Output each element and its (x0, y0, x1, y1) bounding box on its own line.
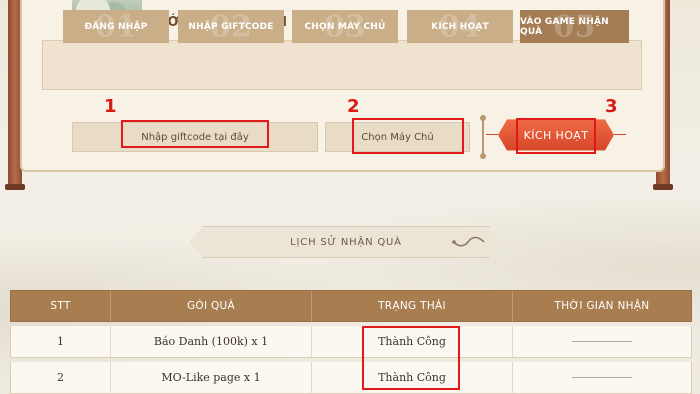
step-login: 01 ĐĂNG NHẬP (63, 10, 169, 43)
col-time: THỜI GIAN NHẬN (554, 300, 650, 312)
history-table: STT GÓI QUÀ TRẠNG THÁI THỜI GIAN NHẬN 1 … (10, 290, 692, 394)
step-enter-giftcode: 02 NHẬP GIFTCODE (178, 10, 284, 43)
cell-package: MO-Like page x 1 (111, 362, 312, 393)
step-label: KÍCH HOẠT (431, 21, 489, 32)
col-status: TRẠNG THÁI (312, 291, 513, 321)
cell-status: Thành Công (312, 326, 513, 357)
activate-line-left (486, 134, 500, 135)
giftcode-placeholder: Nhập giftcode tại đây (141, 131, 249, 143)
table-row: 2 MO-Like page x 1 Thành Công (10, 362, 692, 394)
cell-time (513, 362, 691, 393)
table-row: 1 Báo Danh (100k) x 1 Thành Công (10, 326, 692, 358)
activate-button[interactable]: KÍCH HOẠT (498, 119, 614, 151)
cell-stt: 2 (11, 362, 111, 393)
steps-bar (42, 40, 642, 90)
col-stt: STT (11, 291, 111, 321)
step-label: VÀO GAME NHẬN QUÀ (520, 16, 609, 37)
empty-time-dash (572, 341, 632, 342)
history-title: LỊCH SỬ NHẬN QUÀ (290, 236, 402, 248)
col-package: GÓI QUÀ (111, 291, 312, 321)
step-enter-game: 05 VÀO GAME NHẬN QUÀ (520, 10, 629, 43)
cell-time (513, 326, 691, 357)
giftcode-input[interactable]: Nhập giftcode tại đây (72, 122, 318, 152)
marker-2: 2 (347, 96, 360, 117)
cell-stt: 1 (11, 326, 111, 357)
step-label: ĐĂNG NHẬP (84, 21, 148, 32)
step-label: NHẬP GIFTCODE (188, 21, 274, 32)
step-choose-server: 03 CHỌN MÁY CHỦ (292, 10, 398, 43)
cell-status: Thành Công (312, 362, 513, 393)
step-activate: 04 KÍCH HOẠT (407, 10, 513, 43)
server-select[interactable]: Chọn Máy Chủ (325, 122, 470, 152)
marker-1: 1 (104, 96, 117, 117)
step-label: CHỌN MÁY CHỦ (304, 21, 386, 32)
swirl-right-icon (452, 236, 485, 247)
server-select-label: Chọn Máy Chủ (361, 131, 434, 143)
cell-package: Báo Danh (100k) x 1 (111, 326, 312, 357)
activate-line-right (612, 134, 626, 135)
empty-time-dash (572, 377, 632, 378)
activate-button-wrap: KÍCH HOẠT (480, 113, 630, 157)
table-header: STT GÓI QUÀ TRẠNG THÁI THỜI GIAN NHẬN (10, 290, 692, 322)
